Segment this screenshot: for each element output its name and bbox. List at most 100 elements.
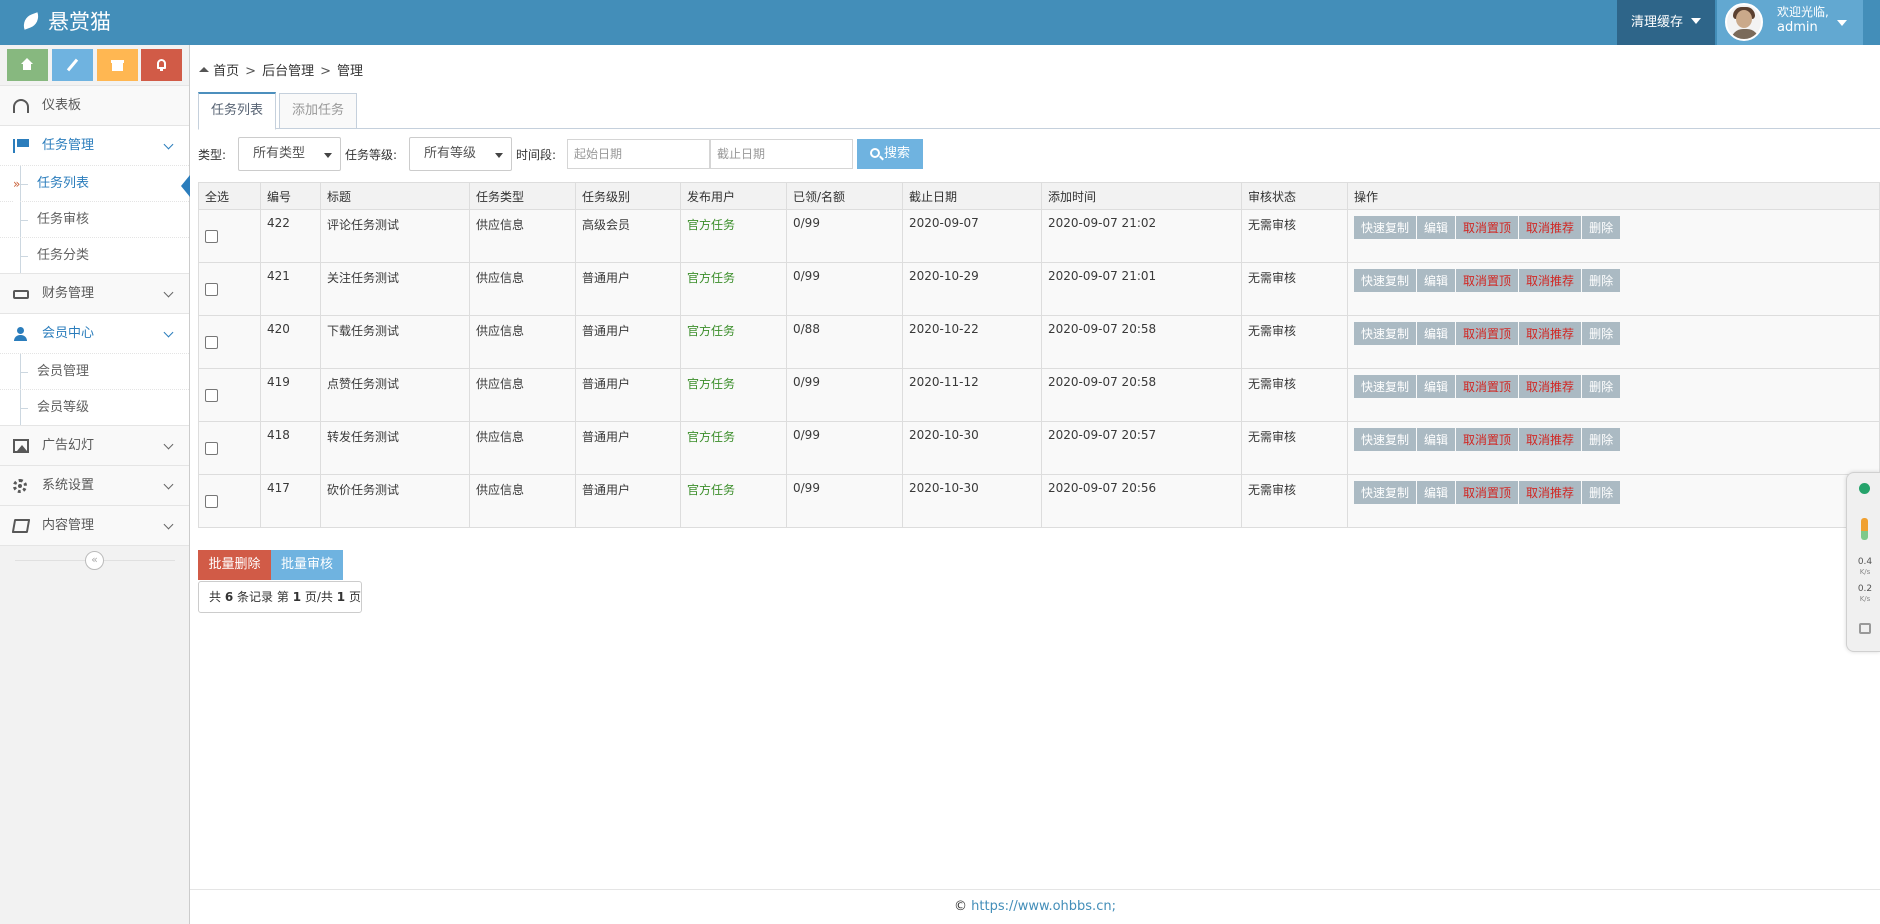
footer-link[interactable]: https://www.ohbbs.cn; xyxy=(971,899,1116,914)
delete-button[interactable]: 删除 xyxy=(1582,375,1621,398)
quick-copy-button[interactable]: 快速复制 xyxy=(1354,375,1417,398)
shortcut-gift-button[interactable] xyxy=(97,49,138,81)
quick-copy-button[interactable]: 快速复制 xyxy=(1354,322,1417,345)
row-checkbox[interactable] xyxy=(205,495,218,508)
chevron-down-icon xyxy=(163,479,174,490)
network-monitor-widget[interactable]: 0.4 K/s 0.2 K/s xyxy=(1846,472,1880,652)
user-menu[interactable]: 欢迎光临, admin xyxy=(1717,0,1863,45)
sidebar-subitem-task-category[interactable]: 任务分类 xyxy=(0,237,189,274)
delete-button[interactable]: 删除 xyxy=(1582,428,1621,451)
table-row: 422 评论任务测试 供应信息 高级会员 官方任务 0/99 2020-09-07 2020-… xyxy=(198,209,1880,263)
cancel-recommend-button[interactable]: 取消推荐 xyxy=(1519,428,1582,451)
cancel-recommend-button[interactable]: 取消推荐 xyxy=(1519,481,1582,504)
batch-delete-button[interactable]: 批量删除 xyxy=(198,550,271,580)
cancel-pin-button[interactable]: 取消置顶 xyxy=(1456,428,1519,451)
search-button-label: 搜索 xyxy=(883,146,910,161)
clear-cache-menu[interactable]: 清理缓存 xyxy=(1617,0,1715,45)
sidebar-item-content-management[interactable]: 内容管理 xyxy=(0,505,189,545)
delete-button[interactable]: 删除 xyxy=(1582,322,1621,345)
edit-button[interactable]: 编辑 xyxy=(1417,269,1456,292)
type-select[interactable]: 所有类型 xyxy=(238,137,341,171)
row-actions: 快速复制 编辑 取消置顶 取消推荐 删除 xyxy=(1347,315,1880,369)
cancel-pin-button[interactable]: 取消置顶 xyxy=(1456,375,1519,398)
start-date-input[interactable]: 起始日期 xyxy=(567,139,710,169)
cancel-recommend-button[interactable]: 取消推荐 xyxy=(1519,322,1582,345)
task-deadline: 2020-10-30 xyxy=(902,474,1042,528)
type-select-value: 所有类型 xyxy=(253,146,306,161)
task-added-time: 2020-09-07 20:58 xyxy=(1041,368,1242,422)
collapse-sidebar-button[interactable]: « xyxy=(85,551,104,570)
sidebar-item-label: 会员等级 xyxy=(37,400,90,415)
cancel-pin-button[interactable]: 取消置顶 xyxy=(1456,216,1519,239)
sidebar-item-task-management[interactable]: 任务管理 xyxy=(0,125,189,165)
double-angle-right-icon: » xyxy=(13,166,21,202)
row-checkbox[interactable] xyxy=(205,230,218,243)
user-icon xyxy=(13,327,29,341)
cancel-pin-button[interactable]: 取消置顶 xyxy=(1456,269,1519,292)
load-bar-icon xyxy=(1861,518,1868,540)
brand-logo[interactable]: 悬赏猫 xyxy=(20,8,111,36)
shortcut-bell-button[interactable] xyxy=(141,49,182,81)
row-checkbox[interactable] xyxy=(205,336,218,349)
task-publisher: 官方任务 xyxy=(680,368,787,422)
cancel-pin-button[interactable]: 取消置顶 xyxy=(1456,322,1519,345)
sidebar-item-member-center[interactable]: 会员中心 xyxy=(0,313,189,353)
cancel-recommend-button[interactable]: 取消推荐 xyxy=(1519,375,1582,398)
sidebar-subitem-task-list[interactable]: » 任务列表 xyxy=(0,165,190,202)
upload-speed: 0.4 xyxy=(1857,557,1873,567)
sidebar-item-finance[interactable]: 财务管理 xyxy=(0,273,189,313)
edit-button[interactable]: 编辑 xyxy=(1417,375,1456,398)
quick-copy-button[interactable]: 快速复制 xyxy=(1354,269,1417,292)
caret-down-icon xyxy=(1837,20,1847,26)
sidebar-subitem-member-management[interactable]: 会员管理 xyxy=(0,353,189,390)
cancel-recommend-button[interactable]: 取消推荐 xyxy=(1519,269,1582,292)
tab-add-task[interactable]: 添加任务 xyxy=(279,93,358,129)
avatar xyxy=(1725,3,1763,41)
cancel-pin-button[interactable]: 取消置顶 xyxy=(1456,481,1519,504)
sidebar-subitem-task-audit[interactable]: 任务审核 xyxy=(0,201,189,238)
row-checkbox[interactable] xyxy=(205,389,218,402)
breadcrumb-home[interactable]: 首页 xyxy=(213,64,239,79)
pagination-info: 共 6 条记录 第 1 页/共 1 页 xyxy=(198,581,362,613)
pager-text: 页/共 xyxy=(304,590,333,604)
tab-bar: 任务列表 添加任务 xyxy=(198,92,1880,130)
level-select[interactable]: 所有等级 xyxy=(409,137,512,171)
row-checkbox[interactable] xyxy=(205,442,218,455)
row-checkbox[interactable] xyxy=(205,283,218,296)
end-date-input[interactable]: 截止日期 xyxy=(710,139,853,169)
batch-audit-button[interactable]: 批量审核 xyxy=(271,550,343,580)
edit-button[interactable]: 编辑 xyxy=(1417,481,1456,504)
table-row: 419 点赞任务测试 供应信息 普通用户 官方任务 0/99 2020-11-12 2020-… xyxy=(198,368,1880,422)
task-id: 420 xyxy=(260,315,321,369)
edit-button[interactable]: 编辑 xyxy=(1417,216,1456,239)
quick-copy-button[interactable]: 快速复制 xyxy=(1354,428,1417,451)
total-pages: 1 xyxy=(336,590,346,604)
sidebar-item-ad-slides[interactable]: 广告幻灯 xyxy=(0,425,189,465)
row-select-cell xyxy=(198,315,261,369)
tab-task-list[interactable]: 任务列表 xyxy=(198,92,277,130)
current-page: 1 xyxy=(292,590,302,604)
edit-button[interactable]: 编辑 xyxy=(1417,428,1456,451)
sidebar-item-dashboard[interactable]: 仪表板 xyxy=(0,85,189,125)
chevron-down-icon xyxy=(163,287,174,298)
breadcrumb: 首页 > 后台管理 > 管理 xyxy=(199,64,363,80)
edit-button[interactable]: 编辑 xyxy=(1417,322,1456,345)
delete-button[interactable]: 删除 xyxy=(1582,216,1621,239)
level-select-value: 所有等级 xyxy=(424,146,477,161)
search-button[interactable]: 搜索 xyxy=(857,139,923,169)
cancel-recommend-button[interactable]: 取消推荐 xyxy=(1519,216,1582,239)
sidebar-item-label: 内容管理 xyxy=(42,518,95,533)
sidebar-item-system-settings[interactable]: 系统设置 xyxy=(0,465,189,505)
delete-button[interactable]: 删除 xyxy=(1582,481,1621,504)
select-all-header[interactable]: 全选 xyxy=(198,182,261,210)
breadcrumb-admin[interactable]: 后台管理 xyxy=(262,64,314,79)
sidebar-item-label: 会员管理 xyxy=(37,364,90,379)
quick-copy-button[interactable]: 快速复制 xyxy=(1354,216,1417,239)
task-added-time: 2020-09-07 20:56 xyxy=(1041,474,1242,528)
shortcut-home-button[interactable] xyxy=(7,49,48,81)
task-id: 418 xyxy=(260,421,321,475)
delete-button[interactable]: 删除 xyxy=(1582,269,1621,292)
sidebar-subitem-member-level[interactable]: 会员等级 xyxy=(0,389,189,426)
quick-copy-button[interactable]: 快速复制 xyxy=(1354,481,1417,504)
shortcut-edit-button[interactable] xyxy=(52,49,93,81)
